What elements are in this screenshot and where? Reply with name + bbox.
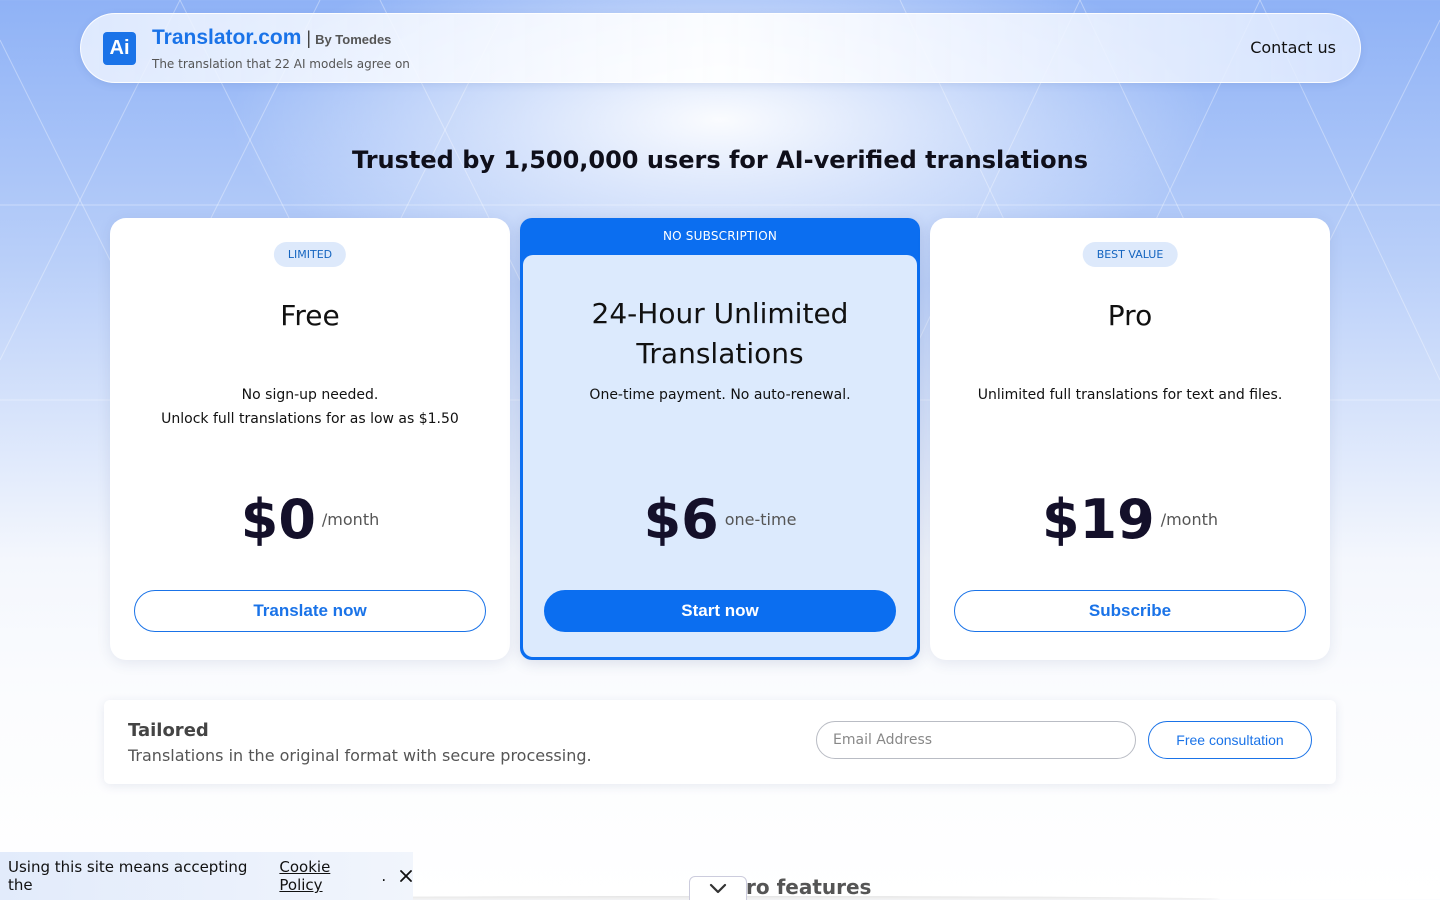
cookie-text: Using this site means accepting the bbox=[8, 858, 248, 894]
plan-badge: LIMITED bbox=[273, 242, 347, 267]
site-header: Ai Translator.com | By Tomedes The trans… bbox=[80, 13, 1361, 83]
tailored-description: Translations in the original format with… bbox=[128, 746, 592, 765]
page-headline: Trusted by 1,500,000 users for AI-verifi… bbox=[351, 146, 1089, 174]
logo-icon[interactable]: Ai bbox=[103, 32, 136, 65]
plan-badge: BEST VALUE bbox=[1082, 242, 1178, 267]
plan-description-line: No sign-up needed. bbox=[241, 387, 379, 403]
close-icon[interactable] bbox=[399, 869, 413, 883]
plan-title: Free bbox=[280, 299, 340, 332]
features-heading: ro features bbox=[746, 875, 872, 899]
plan-card-free: LIMITED Free No sign-up needed. Unlock f… bbox=[110, 218, 510, 660]
brand-name[interactable]: Translator.com bbox=[152, 26, 301, 50]
plan-description-line: Unlock full translations for as low as $… bbox=[161, 411, 459, 427]
cookie-period: . bbox=[381, 867, 387, 885]
plan-period: /month bbox=[321, 510, 380, 529]
plan-price: $6 bbox=[643, 488, 719, 551]
plan-title: 24-Hour Unlimited Translations bbox=[540, 294, 900, 374]
email-input[interactable] bbox=[816, 721, 1136, 759]
plan-card-pro: BEST VALUE Pro Unlimited full translatio… bbox=[930, 218, 1330, 660]
plan-price: $0 bbox=[240, 488, 316, 551]
plan-description: No sign-up needed. Unlock full translati… bbox=[130, 383, 490, 431]
plan-price: $19 bbox=[1041, 488, 1155, 551]
plan-period: one-time bbox=[724, 510, 797, 529]
plan-card-unlimited: NO SUBSCRIPTION 24-Hour Unlimited Transl… bbox=[520, 218, 920, 660]
start-now-button[interactable]: Start now bbox=[544, 590, 896, 632]
cookie-banner: Using this site means accepting the Cook… bbox=[0, 852, 413, 900]
tailored-banner: Tailored Translations in the original fo… bbox=[104, 700, 1336, 784]
tagline: The translation that 22 AI models agree … bbox=[152, 57, 410, 71]
plan-title: Pro bbox=[1107, 299, 1153, 332]
brand-by: By Tomedes bbox=[315, 32, 392, 47]
tailored-title: Tailored bbox=[128, 720, 209, 741]
scroll-down-button[interactable] bbox=[689, 876, 747, 900]
logo-text: Ai bbox=[109, 37, 130, 59]
price-row: $19 /month bbox=[930, 486, 1330, 554]
plan-title-line: Translations bbox=[636, 337, 804, 370]
contact-link[interactable]: Contact us bbox=[1250, 38, 1336, 57]
price-row: $6 one-time bbox=[520, 486, 920, 554]
translate-now-button[interactable]: Translate now bbox=[134, 590, 486, 632]
plan-period: /month bbox=[1160, 510, 1219, 529]
brand[interactable]: Translator.com | By Tomedes bbox=[152, 26, 391, 50]
price-row: $0 /month bbox=[110, 486, 510, 554]
plan-title-line: 24-Hour Unlimited bbox=[591, 297, 849, 330]
free-consultation-button[interactable]: Free consultation bbox=[1148, 721, 1312, 759]
chevron-down-icon bbox=[709, 883, 727, 894]
cookie-policy-link[interactable]: Cookie Policy bbox=[279, 858, 377, 894]
plan-ribbon: NO SUBSCRIPTION bbox=[662, 229, 778, 243]
subscribe-button[interactable]: Subscribe bbox=[954, 590, 1306, 632]
plan-description: One-time payment. No auto-renewal. bbox=[589, 387, 851, 403]
brand-separator: | bbox=[306, 28, 312, 48]
plan-description: Unlimited full translations for text and… bbox=[977, 387, 1283, 403]
close-icon-glyph bbox=[400, 870, 412, 882]
